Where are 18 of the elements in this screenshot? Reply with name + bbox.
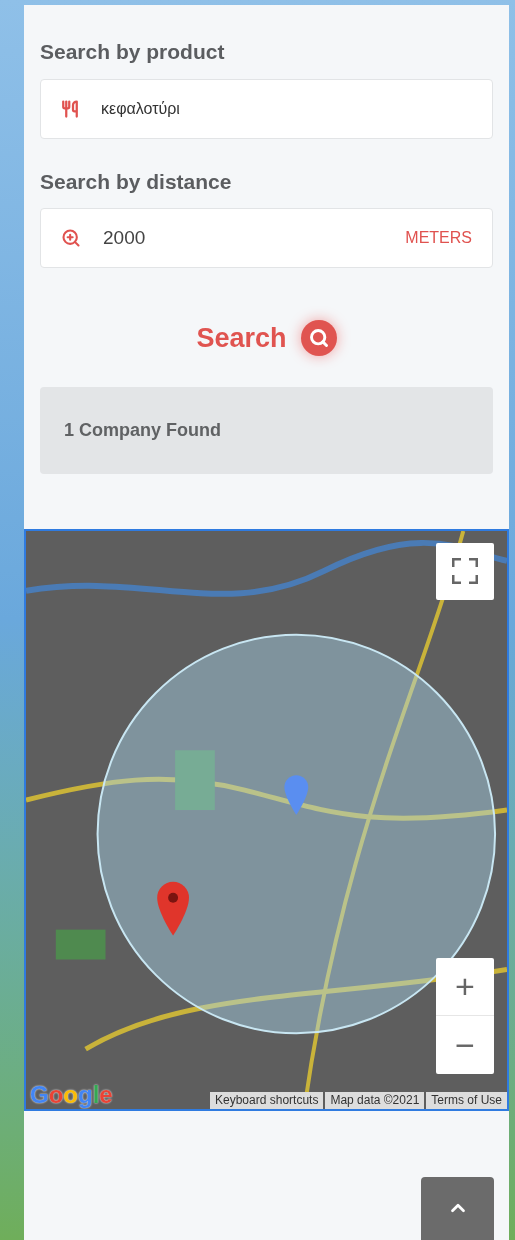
map[interactable]: + − Google Keyboard shortcuts Map data ©2021 Terms of Use	[24, 528, 509, 1111]
product-field[interactable]: κεφαλοτύρι	[40, 79, 493, 139]
search-button[interactable]: Search	[196, 318, 337, 359]
product-value: κεφαλοτύρι	[101, 99, 180, 119]
fullscreen-icon	[452, 558, 478, 584]
search-icon	[300, 320, 337, 357]
section-heading: Search by distance	[40, 169, 233, 195]
map-logo: Google	[30, 1082, 113, 1107]
fullscreen-button[interactable]	[436, 542, 494, 600]
results-count: 1 Company Found	[64, 418, 221, 442]
zoom-out-button[interactable]: −	[436, 1015, 494, 1074]
distance-value: 2000	[103, 225, 146, 250]
section-heading: Search by product	[40, 39, 226, 65]
distance-field[interactable]: 2000 METERS	[40, 208, 493, 268]
zoom-icon	[61, 228, 81, 248]
utensils-icon	[61, 100, 79, 118]
unit-label: METERS	[405, 228, 472, 248]
zoom-in-button[interactable]: +	[436, 957, 494, 1016]
